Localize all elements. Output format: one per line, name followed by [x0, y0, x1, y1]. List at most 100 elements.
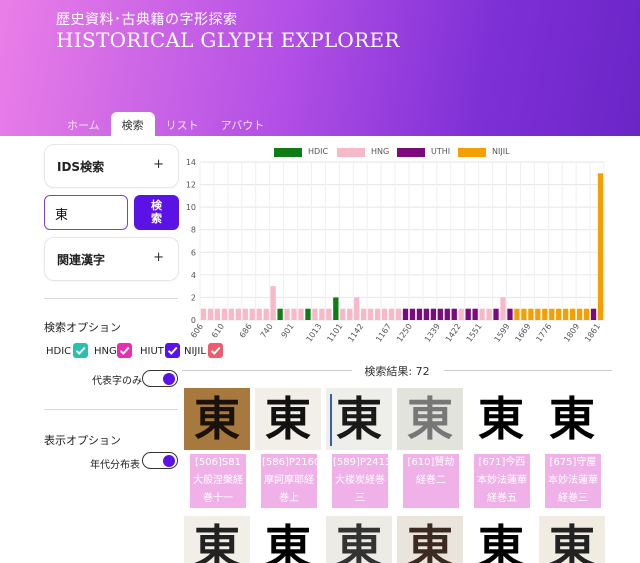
chart-bar-hng: [326, 308, 332, 320]
result-card[interactable]: 東 [506]S81大般涅槃経巻十一: [184, 388, 250, 510]
result-caption[interactable]: [610]賢劫経巻二: [403, 454, 459, 508]
expand-plus-icon[interactable]: +: [153, 157, 164, 172]
chart-bar-hng: [500, 297, 506, 320]
result-card[interactable]: 東: [184, 516, 250, 563]
chart-bar-uthi: [493, 308, 499, 320]
chart-bar-uthi: [451, 308, 457, 320]
result-card[interactable]: 東: [326, 516, 392, 563]
result-card[interactable]: 東: [539, 516, 605, 563]
glyph-image[interactable]: 東: [539, 516, 605, 563]
chart-bar-hdic: [277, 308, 283, 320]
check-icon[interactable]: [117, 343, 132, 358]
result-card[interactable]: 東 [586]P2160摩訶摩耶経巻上: [255, 388, 321, 510]
tab-search[interactable]: 検索: [110, 112, 155, 136]
related-kanji-panel[interactable]: 関連漢字 +: [44, 237, 179, 281]
tab-about[interactable]: アバウト: [210, 112, 276, 136]
glyph-image[interactable]: 東: [468, 516, 534, 563]
glyph-char: 東: [194, 520, 240, 563]
y-tick-label: 10: [186, 203, 196, 212]
glyph-image[interactable]: 東: [326, 388, 392, 450]
chart-bar-nijil: [563, 308, 569, 320]
app-subtitle: 歴史資料･古典籍の字形探索: [56, 12, 238, 28]
glyph-char: 東: [265, 520, 311, 563]
representative-only-row: 代表字のみ: [92, 372, 142, 387]
chart-bar-hng: [284, 308, 290, 320]
chart-bar-hng: [235, 308, 241, 320]
chart-bar-hng: [347, 308, 353, 320]
x-tick-label: 1776: [534, 322, 553, 344]
chart-bar-hng: [298, 308, 304, 320]
glyph-char: 東: [194, 392, 240, 446]
divider: [44, 409, 178, 410]
x-tick-label: 1861: [583, 322, 602, 344]
chart-bar-hdic: [333, 297, 339, 320]
glyph-image[interactable]: 東: [468, 388, 534, 450]
tab-home[interactable]: ホーム: [56, 112, 111, 136]
ids-search-label: IDS検索: [57, 160, 105, 174]
tab-list[interactable]: リスト: [155, 112, 210, 136]
chart-bar-hng: [486, 308, 492, 320]
check-icon[interactable]: [73, 343, 88, 358]
glyph-image[interactable]: 東: [326, 516, 392, 563]
toggle-knob: [163, 455, 175, 467]
chart-bar-hng: [374, 308, 381, 320]
result-card[interactable]: 東 [589]P2413大楼炭経巻三: [326, 388, 392, 510]
ids-search-panel[interactable]: IDS検索 +: [44, 144, 179, 188]
results-header: 検索結果: 72: [182, 362, 612, 378]
chart-plot: 02468101214606 610 686 740 901 1013 1101 1142 11…: [186, 158, 605, 344]
x-tick-label: 1013: [304, 322, 323, 344]
search-input[interactable]: 東: [44, 195, 128, 230]
chart-bar-hng: [319, 308, 325, 320]
result-caption[interactable]: [675]守屋本妙法蓮華経巻三: [545, 454, 601, 508]
divider: [44, 298, 178, 299]
glyph-image[interactable]: 東: [184, 388, 250, 450]
result-card[interactable]: 東: [397, 516, 463, 563]
chart-bar-hng: [242, 308, 248, 320]
checkbox-label: HNG: [94, 346, 117, 357]
x-tick-label: 1339: [423, 322, 442, 344]
result-card[interactable]: 東 [671]今西本妙法蓮華経巻五: [468, 388, 534, 510]
expand-plus-icon[interactable]: +: [153, 250, 164, 265]
chart-bar-nijil: [583, 308, 590, 320]
representative-only-toggle[interactable]: [142, 370, 178, 387]
glyph-image[interactable]: 東: [397, 388, 463, 450]
chart-bar-uthi: [430, 308, 436, 320]
result-caption[interactable]: [506]S81大般涅槃経巻十一: [190, 454, 246, 508]
chart-bar-uthi: [423, 308, 430, 320]
result-card[interactable]: 東: [255, 516, 321, 563]
search-options-title: 検索オプション: [44, 321, 121, 334]
x-tick-label: 740: [259, 322, 275, 340]
chart-bar-nijil: [542, 308, 548, 320]
glyph-char: 東: [549, 392, 595, 446]
chart-bar-nijil: [576, 308, 583, 320]
chart-bar-uthi: [465, 308, 471, 320]
chart-bar-hng: [361, 308, 367, 320]
glyph-image[interactable]: 東: [255, 516, 321, 563]
glyph-char: 東: [336, 520, 382, 563]
timeline-toggle[interactable]: [142, 452, 178, 469]
x-tick-label: 1551: [465, 322, 484, 344]
glyph-image[interactable]: 東: [397, 516, 463, 563]
result-caption[interactable]: [671]今西本妙法蓮華経巻五: [474, 454, 530, 508]
seal-line: [330, 394, 332, 446]
chart-bar-hng: [291, 308, 297, 320]
result-caption[interactable]: [589]P2413大楼炭経巻三: [332, 454, 388, 508]
glyph-image[interactable]: 東: [184, 516, 250, 563]
x-tick-label: 1599: [493, 322, 512, 344]
result-card[interactable]: 東 [675]守屋本妙法蓮華経巻三: [539, 388, 605, 510]
glyph-image[interactable]: 東: [255, 388, 321, 450]
result-card[interactable]: 東: [468, 516, 534, 563]
glyph-image[interactable]: 東: [539, 388, 605, 450]
x-tick-label: 610: [210, 322, 226, 340]
chart-bar-uthi: [444, 308, 450, 320]
chart-bar-hdic: [305, 308, 311, 320]
chart-bar-hng: [270, 286, 276, 320]
search-button[interactable]: 検索: [134, 195, 179, 230]
chart-bar-hng: [479, 308, 485, 320]
chart-bar-uthi: [416, 308, 423, 320]
check-icon[interactable]: [165, 343, 180, 358]
y-tick-label: 2: [191, 293, 196, 302]
result-caption[interactable]: [586]P2160摩訶摩耶経巻上: [261, 454, 317, 508]
chart-bar-nijil: [570, 308, 576, 320]
result-card[interactable]: 東 [610]賢劫経巻二: [397, 388, 463, 510]
